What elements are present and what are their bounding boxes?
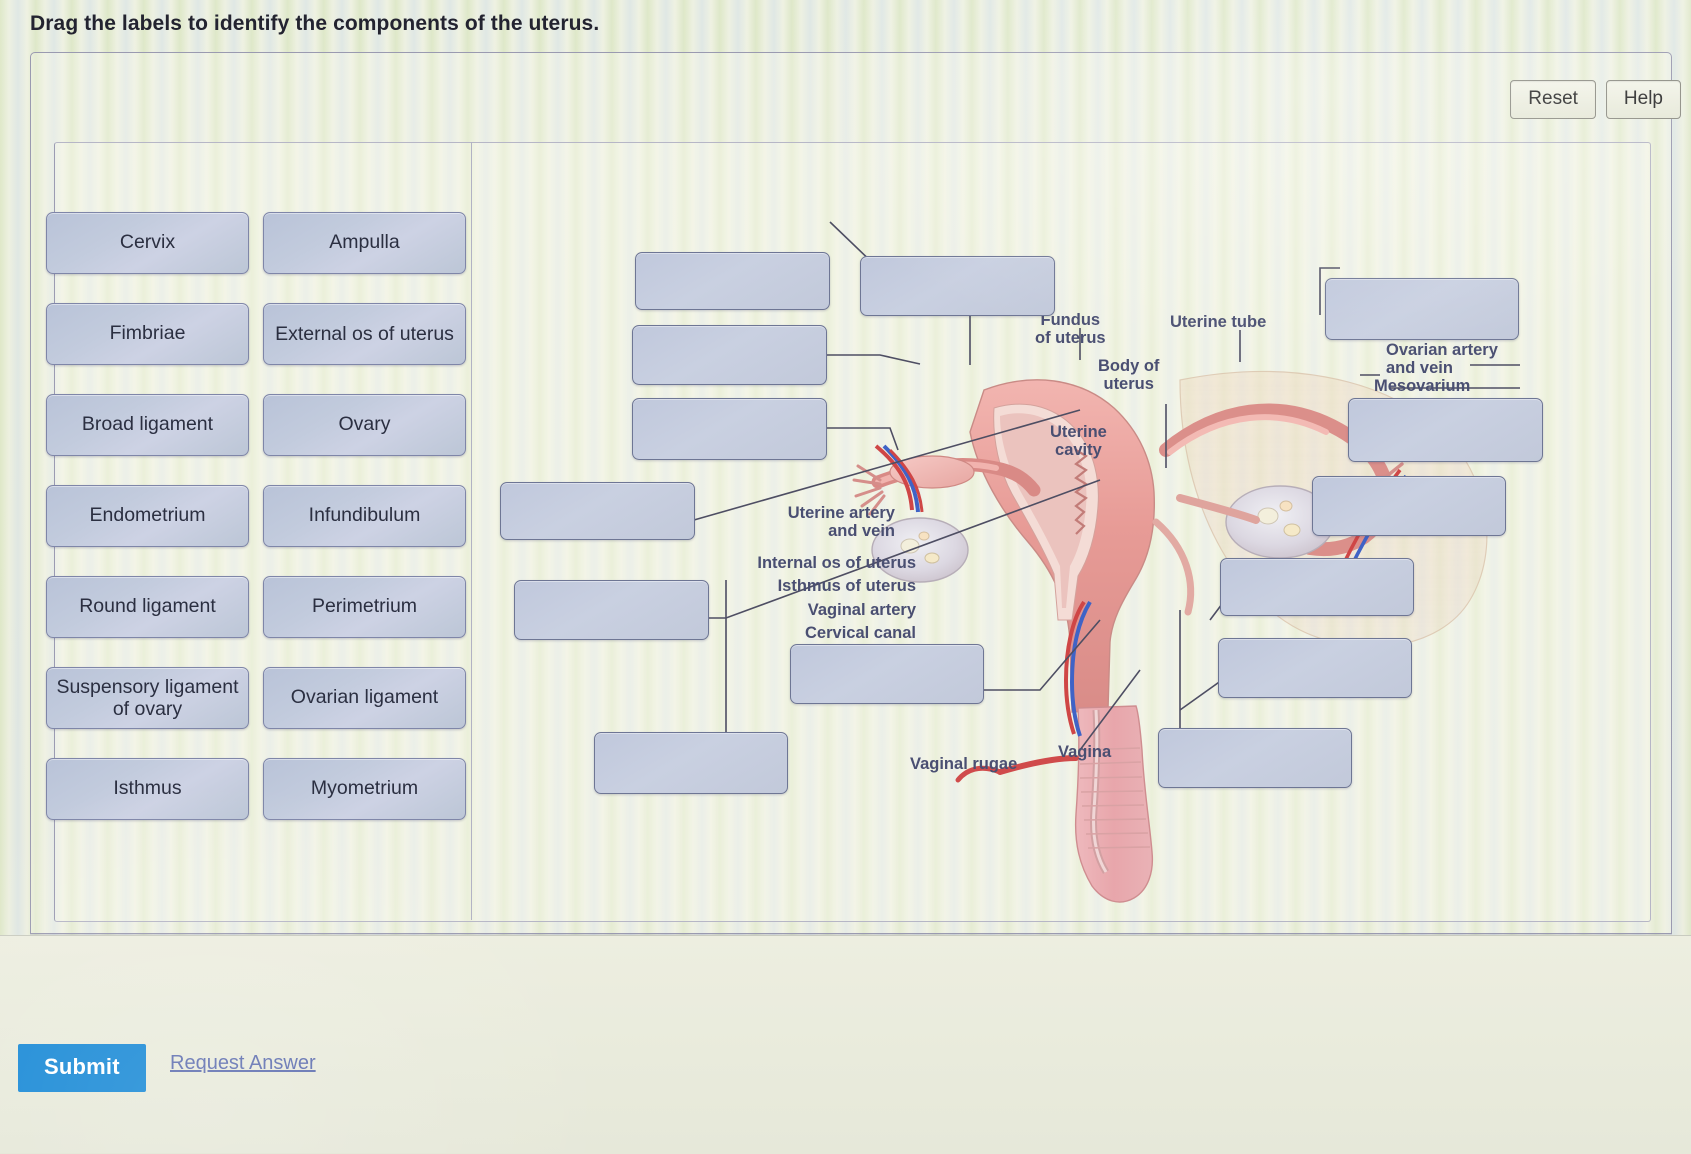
- panel-toolbar: Reset Help: [1510, 80, 1681, 119]
- draggable-label-external-os-of-uterus[interactable]: External os of uterus: [263, 303, 466, 365]
- dropzone-1[interactable]: [635, 252, 830, 310]
- anat-label-vaginal-rugae: Vaginal rugae: [910, 755, 1018, 773]
- dropzone-14[interactable]: [1158, 728, 1352, 788]
- draggable-label-suspensory-ligament-of-ovary[interactable]: Suspensory ligament of ovary: [46, 667, 249, 729]
- anat-label-body-of-uterus: Body of uterus: [1098, 357, 1160, 393]
- draggable-label-perimetrium[interactable]: Perimetrium: [263, 576, 466, 638]
- board-divider: [471, 142, 472, 920]
- draggable-label-round-ligament[interactable]: Round ligament: [46, 576, 249, 638]
- dropzone-9[interactable]: [1218, 638, 1412, 698]
- help-button[interactable]: Help: [1605, 80, 1681, 119]
- draggable-label-ampulla[interactable]: Ampulla: [263, 212, 466, 274]
- dropzone-13[interactable]: [594, 732, 788, 794]
- anat-label-internal-os-of-uterus: Internal os of uterus: [757, 554, 916, 572]
- uterus-diagram: Fundus of uterus Uterine tube Ovarian ar…: [480, 150, 1645, 910]
- dropzone-7[interactable]: [1312, 476, 1506, 536]
- anat-label-mesovarium: Mesovarium: [1374, 377, 1471, 395]
- draggable-label-ovarian-ligament[interactable]: Ovarian ligament: [263, 667, 466, 729]
- dropzone-2[interactable]: [632, 325, 827, 385]
- draggable-label-fimbriae[interactable]: Fimbriae: [46, 303, 249, 365]
- draggable-label-isthmus[interactable]: Isthmus: [46, 758, 249, 820]
- anat-label-vaginal-artery: Vaginal artery: [807, 601, 916, 619]
- draggable-label-infundibulum[interactable]: Infundibulum: [263, 485, 466, 547]
- dropzone-4[interactable]: [860, 256, 1055, 316]
- draggable-label-endometrium[interactable]: Endometrium: [46, 485, 249, 547]
- anat-label-uterine-cavity: Uterine cavity: [1050, 423, 1107, 459]
- draggable-label-ovary[interactable]: Ovary: [263, 394, 466, 456]
- label-bank-row: Round ligament Perimetrium: [46, 576, 466, 638]
- dropzone-3[interactable]: [632, 398, 827, 460]
- anat-label-vagina: Vagina: [1058, 743, 1112, 761]
- anat-label-isthmus-of-uterus: Isthmus of uterus: [777, 577, 916, 595]
- label-bank-row: Cervix Ampulla: [46, 212, 466, 274]
- dropzone-11[interactable]: [514, 580, 709, 640]
- draggable-label-broad-ligament[interactable]: Broad ligament: [46, 394, 249, 456]
- dropzone-5[interactable]: [1325, 278, 1519, 340]
- label-bank-row: Suspensory ligament of ovary Ovarian lig…: [46, 667, 466, 729]
- anat-label-ovarian-artery-and-vein: Ovarian artery and vein: [1386, 341, 1498, 377]
- anat-label-cervical-canal: Cervical canal: [805, 624, 916, 642]
- draggable-label-myometrium[interactable]: Myometrium: [263, 758, 466, 820]
- footer-bar: [0, 935, 1691, 1154]
- label-bank-row: Isthmus Myometrium: [46, 758, 466, 820]
- page-title: Drag the labels to identify the componen…: [30, 12, 600, 35]
- anat-label-uterine-artery-and-vein: Uterine artery and vein: [787, 504, 895, 540]
- dropzone-6[interactable]: [1348, 398, 1543, 462]
- dropzone-10[interactable]: [500, 482, 695, 540]
- anat-label-uterine-tube: Uterine tube: [1170, 313, 1267, 331]
- reset-button[interactable]: Reset: [1510, 80, 1596, 119]
- dropzone-12[interactable]: [790, 644, 984, 704]
- submit-button[interactable]: Submit: [18, 1044, 146, 1092]
- label-bank-row: Fimbriae External os of uterus: [46, 303, 466, 365]
- anat-label-fundus-of-uterus: Fundus of uterus: [1035, 311, 1106, 347]
- label-bank: Cervix Ampulla Fimbriae External os of u…: [46, 212, 466, 849]
- dropzone-8[interactable]: [1220, 558, 1414, 616]
- request-answer-link[interactable]: Request Answer: [170, 1052, 316, 1075]
- label-bank-row: Broad ligament Ovary: [46, 394, 466, 456]
- label-bank-row: Endometrium Infundibulum: [46, 485, 466, 547]
- draggable-label-cervix[interactable]: Cervix: [46, 212, 249, 274]
